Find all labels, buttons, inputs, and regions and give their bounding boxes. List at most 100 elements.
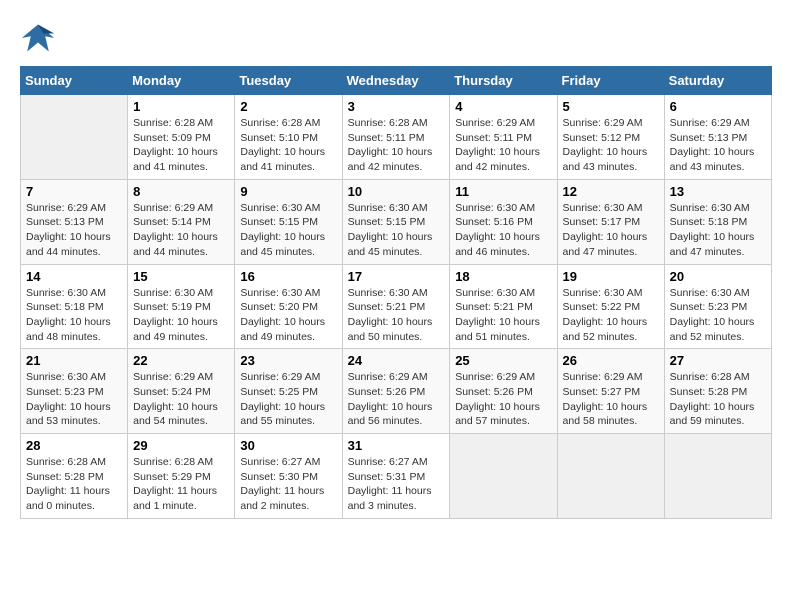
- daylight: Daylight: 11 hours and 3 minutes.: [348, 485, 432, 512]
- day-info: Sunrise: 6:30 AM Sunset: 5:18 PM Dayligh…: [670, 201, 766, 260]
- calendar-week-row: 28 Sunrise: 6:28 AM Sunset: 5:28 PM Dayl…: [21, 434, 772, 519]
- sunset: Sunset: 5:29 PM: [133, 471, 211, 483]
- weekday-header: Thursday: [450, 67, 557, 95]
- day-info: Sunrise: 6:29 AM Sunset: 5:27 PM Dayligh…: [563, 370, 659, 429]
- day-info: Sunrise: 6:30 AM Sunset: 5:21 PM Dayligh…: [455, 286, 551, 345]
- sunrise: Sunrise: 6:29 AM: [670, 117, 750, 129]
- sunset: Sunset: 5:10 PM: [240, 132, 318, 144]
- day-number: 10: [348, 184, 445, 199]
- calendar-cell: 9 Sunrise: 6:30 AM Sunset: 5:15 PM Dayli…: [235, 179, 342, 264]
- calendar-cell: 6 Sunrise: 6:29 AM Sunset: 5:13 PM Dayli…: [664, 95, 771, 180]
- day-info: Sunrise: 6:30 AM Sunset: 5:21 PM Dayligh…: [348, 286, 445, 345]
- day-number: 19: [563, 269, 659, 284]
- calendar-cell: 8 Sunrise: 6:29 AM Sunset: 5:14 PM Dayli…: [128, 179, 235, 264]
- sunset: Sunset: 5:16 PM: [455, 216, 533, 228]
- daylight: Daylight: 11 hours and 1 minute.: [133, 485, 217, 512]
- calendar-cell: 14 Sunrise: 6:30 AM Sunset: 5:18 PM Dayl…: [21, 264, 128, 349]
- daylight: Daylight: 10 hours and 42 minutes.: [348, 146, 433, 173]
- day-info: Sunrise: 6:29 AM Sunset: 5:26 PM Dayligh…: [455, 370, 551, 429]
- day-info: Sunrise: 6:28 AM Sunset: 5:10 PM Dayligh…: [240, 116, 336, 175]
- day-info: Sunrise: 6:30 AM Sunset: 5:22 PM Dayligh…: [563, 286, 659, 345]
- calendar-cell: 27 Sunrise: 6:28 AM Sunset: 5:28 PM Dayl…: [664, 349, 771, 434]
- sunrise: Sunrise: 6:28 AM: [133, 456, 213, 468]
- sunrise: Sunrise: 6:30 AM: [26, 287, 106, 299]
- daylight: Daylight: 10 hours and 51 minutes.: [455, 316, 540, 343]
- day-number: 25: [455, 353, 551, 368]
- daylight: Daylight: 10 hours and 50 minutes.: [348, 316, 433, 343]
- sunset: Sunset: 5:21 PM: [455, 301, 533, 313]
- sunrise: Sunrise: 6:29 AM: [348, 371, 428, 383]
- sunrise: Sunrise: 6:30 AM: [563, 287, 643, 299]
- day-info: Sunrise: 6:28 AM Sunset: 5:28 PM Dayligh…: [26, 455, 122, 514]
- page-header: [20, 20, 772, 56]
- day-number: 1: [133, 99, 229, 114]
- daylight: Daylight: 10 hours and 54 minutes.: [133, 401, 218, 428]
- day-info: Sunrise: 6:27 AM Sunset: 5:31 PM Dayligh…: [348, 455, 445, 514]
- sunset: Sunset: 5:28 PM: [670, 386, 748, 398]
- daylight: Daylight: 10 hours and 44 minutes.: [26, 231, 111, 258]
- sunrise: Sunrise: 6:27 AM: [348, 456, 428, 468]
- day-info: Sunrise: 6:28 AM Sunset: 5:09 PM Dayligh…: [133, 116, 229, 175]
- calendar-table: SundayMondayTuesdayWednesdayThursdayFrid…: [20, 66, 772, 519]
- calendar-week-row: 21 Sunrise: 6:30 AM Sunset: 5:23 PM Dayl…: [21, 349, 772, 434]
- sunrise: Sunrise: 6:29 AM: [455, 117, 535, 129]
- day-number: 8: [133, 184, 229, 199]
- day-info: Sunrise: 6:28 AM Sunset: 5:11 PM Dayligh…: [348, 116, 445, 175]
- sunset: Sunset: 5:24 PM: [133, 386, 211, 398]
- calendar-cell: 21 Sunrise: 6:30 AM Sunset: 5:23 PM Dayl…: [21, 349, 128, 434]
- sunrise: Sunrise: 6:30 AM: [133, 287, 213, 299]
- calendar-cell: 2 Sunrise: 6:28 AM Sunset: 5:10 PM Dayli…: [235, 95, 342, 180]
- day-number: 26: [563, 353, 659, 368]
- day-number: 18: [455, 269, 551, 284]
- daylight: Daylight: 10 hours and 46 minutes.: [455, 231, 540, 258]
- day-info: Sunrise: 6:29 AM Sunset: 5:24 PM Dayligh…: [133, 370, 229, 429]
- day-info: Sunrise: 6:30 AM Sunset: 5:16 PM Dayligh…: [455, 201, 551, 260]
- day-number: 31: [348, 438, 445, 453]
- sunrise: Sunrise: 6:30 AM: [348, 202, 428, 214]
- day-number: 13: [670, 184, 766, 199]
- daylight: Daylight: 11 hours and 0 minutes.: [26, 485, 110, 512]
- day-info: Sunrise: 6:29 AM Sunset: 5:13 PM Dayligh…: [26, 201, 122, 260]
- day-number: 15: [133, 269, 229, 284]
- daylight: Daylight: 10 hours and 55 minutes.: [240, 401, 325, 428]
- sunrise: Sunrise: 6:29 AM: [26, 202, 106, 214]
- day-number: 24: [348, 353, 445, 368]
- daylight: Daylight: 10 hours and 57 minutes.: [455, 401, 540, 428]
- daylight: Daylight: 10 hours and 59 minutes.: [670, 401, 755, 428]
- weekday-header: Sunday: [21, 67, 128, 95]
- calendar-cell: [450, 434, 557, 519]
- sunrise: Sunrise: 6:30 AM: [670, 287, 750, 299]
- calendar-cell: [664, 434, 771, 519]
- calendar-cell: 16 Sunrise: 6:30 AM Sunset: 5:20 PM Dayl…: [235, 264, 342, 349]
- sunset: Sunset: 5:11 PM: [455, 132, 532, 144]
- sunrise: Sunrise: 6:29 AM: [240, 371, 320, 383]
- weekday-header: Saturday: [664, 67, 771, 95]
- daylight: Daylight: 10 hours and 41 minutes.: [240, 146, 325, 173]
- sunrise: Sunrise: 6:28 AM: [348, 117, 428, 129]
- calendar-cell: 10 Sunrise: 6:30 AM Sunset: 5:15 PM Dayl…: [342, 179, 450, 264]
- calendar-cell: 19 Sunrise: 6:30 AM Sunset: 5:22 PM Dayl…: [557, 264, 664, 349]
- day-number: 12: [563, 184, 659, 199]
- day-info: Sunrise: 6:30 AM Sunset: 5:23 PM Dayligh…: [670, 286, 766, 345]
- sunrise: Sunrise: 6:30 AM: [455, 287, 535, 299]
- calendar-cell: 5 Sunrise: 6:29 AM Sunset: 5:12 PM Dayli…: [557, 95, 664, 180]
- sunrise: Sunrise: 6:29 AM: [133, 202, 213, 214]
- sunrise: Sunrise: 6:30 AM: [240, 202, 320, 214]
- day-number: 20: [670, 269, 766, 284]
- day-info: Sunrise: 6:29 AM Sunset: 5:11 PM Dayligh…: [455, 116, 551, 175]
- day-info: Sunrise: 6:29 AM Sunset: 5:26 PM Dayligh…: [348, 370, 445, 429]
- sunset: Sunset: 5:15 PM: [240, 216, 318, 228]
- logo: [20, 20, 60, 56]
- weekday-header: Monday: [128, 67, 235, 95]
- sunrise: Sunrise: 6:29 AM: [455, 371, 535, 383]
- sunset: Sunset: 5:23 PM: [26, 386, 104, 398]
- day-info: Sunrise: 6:28 AM Sunset: 5:29 PM Dayligh…: [133, 455, 229, 514]
- day-info: Sunrise: 6:29 AM Sunset: 5:13 PM Dayligh…: [670, 116, 766, 175]
- day-info: Sunrise: 6:30 AM Sunset: 5:17 PM Dayligh…: [563, 201, 659, 260]
- day-number: 22: [133, 353, 229, 368]
- calendar-week-row: 7 Sunrise: 6:29 AM Sunset: 5:13 PM Dayli…: [21, 179, 772, 264]
- sunrise: Sunrise: 6:27 AM: [240, 456, 320, 468]
- daylight: Daylight: 10 hours and 43 minutes.: [670, 146, 755, 173]
- calendar-cell: 31 Sunrise: 6:27 AM Sunset: 5:31 PM Dayl…: [342, 434, 450, 519]
- daylight: Daylight: 10 hours and 52 minutes.: [563, 316, 648, 343]
